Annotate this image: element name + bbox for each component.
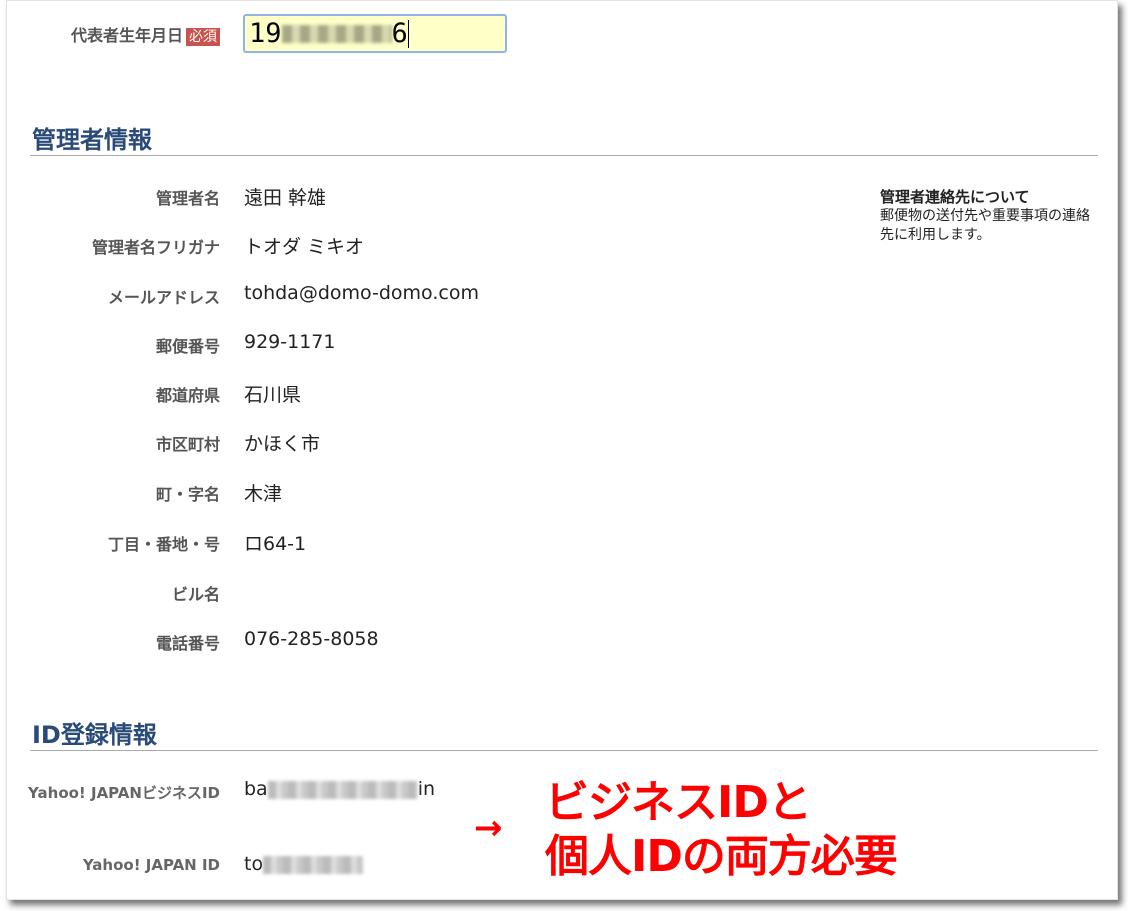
field-value: 929-1171 (244, 331, 336, 353)
admin-section-heading: 管理者情報 (32, 126, 152, 154)
note-body: 郵便物の送付先や重要事項の連絡先に利用します。 (880, 208, 1090, 243)
field-label: 丁目・番地・号 (107, 535, 220, 554)
business-id-label: Yahoo! JAPANビジネスID (28, 784, 220, 802)
field-label: 都道府県 (155, 386, 220, 405)
field-value: かほく市 (244, 433, 321, 455)
birthdate-visible-suffix: 6 (391, 18, 408, 49)
field-value: 076-285-8058 (244, 628, 379, 650)
field-value: tohda@domo-domo.com (244, 282, 479, 304)
field-label: 町・字名 (155, 485, 220, 504)
business-id-value: ba in (244, 778, 435, 800)
annotation-line-2: 個人IDの両方必要 (545, 831, 898, 882)
field-label: 市区町村 (155, 435, 220, 454)
blurred-digits (281, 24, 392, 43)
divider (30, 155, 1098, 156)
annotation-line-1: ビジネスIDと (545, 777, 812, 828)
field-label: 郵便番号 (155, 337, 220, 356)
personal-id-label: Yahoo! JAPAN ID (82, 856, 220, 874)
admin-contact-note: 管理者連絡先について 郵便物の送付先や重要事項の連絡先に利用します。 (880, 188, 1100, 245)
field-label: ビル名 (171, 585, 220, 604)
text-caret (407, 19, 409, 48)
personal-id-value: to (244, 853, 364, 875)
blurred-text (267, 780, 418, 799)
field-label: 電話番号 (155, 634, 220, 653)
birthdate-label-text: 代表者生年月日 (70, 26, 183, 45)
required-badge: 必須 (186, 28, 220, 46)
birthdate-input[interactable]: 19 6 (243, 14, 507, 53)
birthdate-visible-prefix: 19 (249, 18, 282, 49)
personal-id-prefix: to (244, 853, 264, 875)
divider (30, 750, 1098, 751)
field-value: 木津 (244, 483, 283, 505)
note-title: 管理者連絡先について (880, 188, 1030, 206)
id-section-heading: ID登録情報 (32, 721, 157, 749)
birthdate-label: 代表者生年月日 必須 (71, 22, 220, 46)
field-value: トオダ ミキオ (244, 236, 365, 258)
field-value: 石川県 (244, 384, 302, 406)
field-label: 管理者名 (155, 189, 220, 208)
field-label: メールアドレス (107, 288, 220, 307)
field-value: ロ64-1 (244, 533, 307, 555)
field-value: 遠田 幹雄 (244, 187, 327, 209)
business-id-suffix: in (417, 778, 436, 800)
arrow-icon: → (474, 808, 503, 848)
business-id-prefix: ba (244, 778, 268, 800)
field-label: 管理者名フリガナ (91, 238, 220, 257)
blurred-text (263, 855, 364, 874)
